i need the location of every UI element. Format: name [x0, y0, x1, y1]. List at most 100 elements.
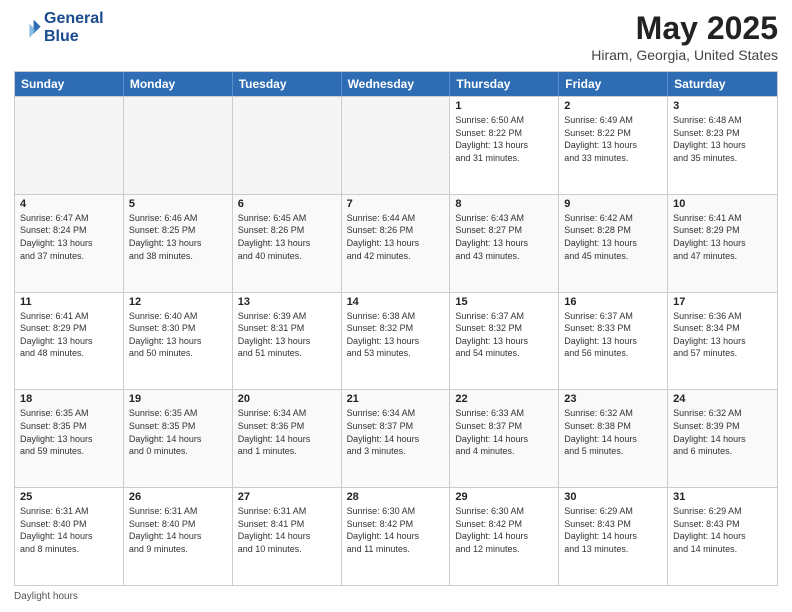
day-info: Sunrise: 6:41 AM Sunset: 8:29 PM Dayligh… — [20, 310, 118, 360]
weekday-header-friday: Friday — [559, 72, 668, 96]
calendar-day-6: 6 Sunrise: 6:45 AM Sunset: 8:26 PM Daylig… — [233, 195, 342, 292]
weekday-header-saturday: Saturday — [668, 72, 777, 96]
day-number: 5 — [129, 198, 227, 210]
day-number: 18 — [20, 393, 118, 405]
page: General Blue May 2025 Hiram, Georgia, Un… — [0, 0, 792, 612]
day-info: Sunrise: 6:33 AM Sunset: 8:37 PM Dayligh… — [455, 407, 553, 457]
day-number: 30 — [564, 491, 662, 503]
calendar-day-26: 26 Sunrise: 6:31 AM Sunset: 8:40 PM Dayli… — [124, 488, 233, 585]
day-info: Sunrise: 6:39 AM Sunset: 8:31 PM Dayligh… — [238, 310, 336, 360]
day-number: 10 — [673, 198, 772, 210]
calendar-day-30: 30 Sunrise: 6:29 AM Sunset: 8:43 PM Dayli… — [559, 488, 668, 585]
calendar-week-4: 18 Sunrise: 6:35 AM Sunset: 8:35 PM Dayli… — [15, 389, 777, 487]
calendar-week-3: 11 Sunrise: 6:41 AM Sunset: 8:29 PM Dayli… — [15, 292, 777, 390]
calendar-day-29: 29 Sunrise: 6:30 AM Sunset: 8:42 PM Dayli… — [450, 488, 559, 585]
calendar-day-empty — [124, 97, 233, 194]
day-number: 8 — [455, 198, 553, 210]
day-number: 20 — [238, 393, 336, 405]
calendar: SundayMondayTuesdayWednesdayThursdayFrid… — [14, 71, 778, 586]
logo-icon — [14, 14, 42, 42]
day-info: Sunrise: 6:35 AM Sunset: 8:35 PM Dayligh… — [20, 407, 118, 457]
calendar-day-17: 17 Sunrise: 6:36 AM Sunset: 8:34 PM Dayli… — [668, 293, 777, 390]
day-info: Sunrise: 6:43 AM Sunset: 8:27 PM Dayligh… — [455, 212, 553, 262]
calendar-day-21: 21 Sunrise: 6:34 AM Sunset: 8:37 PM Dayli… — [342, 390, 451, 487]
calendar-day-12: 12Sunrise: 6:40 AM Sunset: 8:30 PM Dayli… — [124, 293, 233, 390]
weekday-header-thursday: Thursday — [450, 72, 559, 96]
calendar-body: 1 Sunrise: 6:50 AM Sunset: 8:22 PM Daylig… — [15, 96, 777, 585]
day-number: 19 — [129, 393, 227, 405]
calendar-day-16: 16Sunrise: 6:37 AM Sunset: 8:33 PM Dayli… — [559, 293, 668, 390]
sub-title: Hiram, Georgia, United States — [591, 47, 778, 63]
calendar-day-28: 28 Sunrise: 6:30 AM Sunset: 8:42 PM Dayli… — [342, 488, 451, 585]
calendar-day-empty — [342, 97, 451, 194]
day-number: 7 — [347, 198, 445, 210]
calendar-week-5: 25 Sunrise: 6:31 AM Sunset: 8:40 PM Dayli… — [15, 487, 777, 585]
day-info: Sunrise: 6:31 AM Sunset: 8:41 PM Dayligh… — [238, 505, 336, 555]
day-number: 1 — [455, 100, 553, 112]
day-info: Sunrise: 6:32 AM Sunset: 8:39 PM Dayligh… — [673, 407, 772, 457]
header: General Blue May 2025 Hiram, Georgia, Un… — [14, 10, 778, 63]
calendar-day-23: 23Sunrise: 6:32 AM Sunset: 8:38 PM Dayli… — [559, 390, 668, 487]
calendar-day-3: 3Sunrise: 6:48 AM Sunset: 8:23 PM Daylig… — [668, 97, 777, 194]
calendar-day-1: 1 Sunrise: 6:50 AM Sunset: 8:22 PM Daylig… — [450, 97, 559, 194]
calendar-day-9: 9 Sunrise: 6:42 AM Sunset: 8:28 PM Daylig… — [559, 195, 668, 292]
calendar-day-22: 22 Sunrise: 6:33 AM Sunset: 8:37 PM Dayli… — [450, 390, 559, 487]
calendar-day-empty — [15, 97, 124, 194]
day-number: 24 — [673, 393, 772, 405]
day-info: Sunrise: 6:36 AM Sunset: 8:34 PM Dayligh… — [673, 310, 772, 360]
calendar-day-10: 10Sunrise: 6:41 AM Sunset: 8:29 PM Dayli… — [668, 195, 777, 292]
day-number: 21 — [347, 393, 445, 405]
day-number: 29 — [455, 491, 553, 503]
calendar-day-14: 14Sunrise: 6:38 AM Sunset: 8:32 PM Dayli… — [342, 293, 451, 390]
footer-label: Daylight hours — [14, 591, 78, 602]
calendar-day-27: 27 Sunrise: 6:31 AM Sunset: 8:41 PM Dayli… — [233, 488, 342, 585]
weekday-header-sunday: Sunday — [15, 72, 124, 96]
day-number: 22 — [455, 393, 553, 405]
calendar-day-empty — [233, 97, 342, 194]
day-info: Sunrise: 6:31 AM Sunset: 8:40 PM Dayligh… — [129, 505, 227, 555]
calendar-day-13: 13 Sunrise: 6:39 AM Sunset: 8:31 PM Dayli… — [233, 293, 342, 390]
day-number: 12 — [129, 296, 227, 308]
calendar-day-19: 19Sunrise: 6:35 AM Sunset: 8:35 PM Dayli… — [124, 390, 233, 487]
day-info: Sunrise: 6:29 AM Sunset: 8:43 PM Dayligh… — [564, 505, 662, 555]
day-info: Sunrise: 6:30 AM Sunset: 8:42 PM Dayligh… — [347, 505, 445, 555]
calendar-day-18: 18 Sunrise: 6:35 AM Sunset: 8:35 PM Dayli… — [15, 390, 124, 487]
day-info: Sunrise: 6:50 AM Sunset: 8:22 PM Dayligh… — [455, 114, 553, 164]
calendar-day-8: 8 Sunrise: 6:43 AM Sunset: 8:27 PM Daylig… — [450, 195, 559, 292]
calendar-day-24: 24 Sunrise: 6:32 AM Sunset: 8:39 PM Dayli… — [668, 390, 777, 487]
day-info: Sunrise: 6:44 AM Sunset: 8:26 PM Dayligh… — [347, 212, 445, 262]
day-info: Sunrise: 6:37 AM Sunset: 8:32 PM Dayligh… — [455, 310, 553, 360]
day-number: 9 — [564, 198, 662, 210]
day-info: Sunrise: 6:48 AM Sunset: 8:23 PM Dayligh… — [673, 114, 772, 164]
day-number: 6 — [238, 198, 336, 210]
day-number: 17 — [673, 296, 772, 308]
day-info: Sunrise: 6:34 AM Sunset: 8:36 PM Dayligh… — [238, 407, 336, 457]
weekday-header-monday: Monday — [124, 72, 233, 96]
day-number: 31 — [673, 491, 772, 503]
day-info: Sunrise: 6:45 AM Sunset: 8:26 PM Dayligh… — [238, 212, 336, 262]
calendar-day-7: 7 Sunrise: 6:44 AM Sunset: 8:26 PM Daylig… — [342, 195, 451, 292]
day-info: Sunrise: 6:34 AM Sunset: 8:37 PM Dayligh… — [347, 407, 445, 457]
day-number: 13 — [238, 296, 336, 308]
day-number: 11 — [20, 296, 118, 308]
weekday-header-wednesday: Wednesday — [342, 72, 451, 96]
title-block: May 2025 Hiram, Georgia, United States — [591, 10, 778, 63]
calendar-day-31: 31Sunrise: 6:29 AM Sunset: 8:43 PM Dayli… — [668, 488, 777, 585]
day-info: Sunrise: 6:30 AM Sunset: 8:42 PM Dayligh… — [455, 505, 553, 555]
day-info: Sunrise: 6:31 AM Sunset: 8:40 PM Dayligh… — [20, 505, 118, 555]
day-info: Sunrise: 6:32 AM Sunset: 8:38 PM Dayligh… — [564, 407, 662, 457]
day-number: 28 — [347, 491, 445, 503]
calendar-day-11: 11 Sunrise: 6:41 AM Sunset: 8:29 PM Dayli… — [15, 293, 124, 390]
calendar-day-4: 4Sunrise: 6:47 AM Sunset: 8:24 PM Daylig… — [15, 195, 124, 292]
day-number: 27 — [238, 491, 336, 503]
day-number: 26 — [129, 491, 227, 503]
calendar-day-5: 5Sunrise: 6:46 AM Sunset: 8:25 PM Daylig… — [124, 195, 233, 292]
logo-text: General Blue — [44, 10, 104, 45]
day-info: Sunrise: 6:38 AM Sunset: 8:32 PM Dayligh… — [347, 310, 445, 360]
main-title: May 2025 — [591, 10, 778, 47]
calendar-day-2: 2Sunrise: 6:49 AM Sunset: 8:22 PM Daylig… — [559, 97, 668, 194]
day-number: 25 — [20, 491, 118, 503]
day-number: 2 — [564, 100, 662, 112]
calendar-header: SundayMondayTuesdayWednesdayThursdayFrid… — [15, 72, 777, 96]
day-info: Sunrise: 6:42 AM Sunset: 8:28 PM Dayligh… — [564, 212, 662, 262]
